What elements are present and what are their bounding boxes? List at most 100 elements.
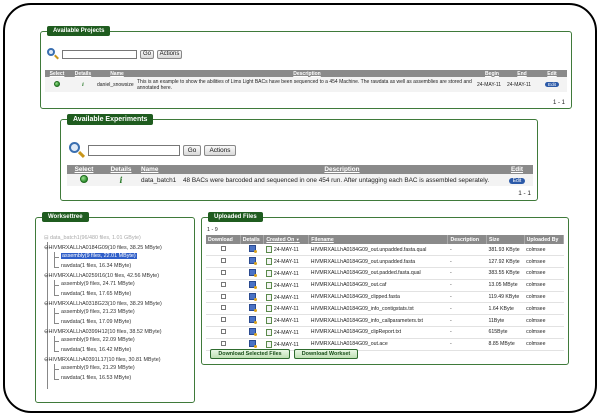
filename[interactable]: HIVMRXALLhA0184G09_out.unpadded.fasta.qu… (308, 244, 448, 257)
table-row: i daniel_snowsize This is an example to … (45, 77, 567, 92)
tree-leaf[interactable]: rawdata(1 files, 17.09 MByte) (61, 319, 131, 325)
col-description[interactable]: Description (137, 70, 477, 77)
download-checkbox[interactable] (220, 317, 226, 323)
filename[interactable]: HIVMRXALLhA0184G09_out.caf (308, 279, 448, 292)
edit-button[interactable]: Edit (508, 177, 526, 184)
tree-leaf[interactable]: assembly(9 files, 21.23 MByte) (61, 309, 135, 315)
edit-button[interactable]: Edit (545, 81, 559, 87)
file-icon (265, 317, 272, 325)
download-checkbox[interactable] (220, 328, 226, 334)
project-end: 24-MAY-11 (507, 81, 532, 88)
uploaded-files-legend: Uploaded Files (208, 212, 263, 222)
file-details-icon[interactable] (248, 280, 257, 289)
filename[interactable]: HIVMRXALLhA0184G09_out.unpadded.fasta (308, 255, 448, 269)
col-description[interactable]: Description (183, 165, 501, 174)
download-checkbox[interactable] (220, 269, 226, 275)
col-uploaded-by[interactable]: Uploaded By (524, 235, 565, 244)
col-details[interactable]: Details (101, 165, 141, 174)
download-checkbox[interactable] (220, 293, 226, 299)
file-icon (265, 340, 272, 348)
tree-leaf[interactable]: rawdata(1 files, 16.42 MByte) (61, 347, 131, 353)
tree-root[interactable]: ⊟ data_batch1(96/480 files, 1.01 GByte) (44, 235, 141, 241)
download-checkbox[interactable] (220, 246, 226, 252)
file-details-icon[interactable] (248, 304, 257, 313)
col-edit[interactable]: Edit (537, 70, 567, 77)
experiments-go-button[interactable]: Go (183, 144, 201, 156)
col-filename[interactable]: Filename (308, 235, 449, 244)
filename[interactable]: HIVMRXALLhA0184G09_out.padded.fasta.qual (308, 267, 448, 280)
download-checkbox[interactable] (220, 258, 226, 264)
col-edit[interactable]: Edit (501, 165, 533, 174)
col-details[interactable]: Details (69, 70, 97, 77)
col-created-on[interactable]: Created On ▼ (263, 235, 310, 244)
file-details-icon[interactable] (248, 339, 257, 348)
file-icon (265, 328, 272, 336)
project-begin: 24-MAY-11 (477, 81, 502, 88)
sort-desc-icon: ▼ (295, 236, 300, 242)
file-details-icon[interactable] (248, 257, 257, 266)
col-select[interactable]: Select (67, 165, 101, 174)
tree-leaf[interactable]: assembly(9 files, 22.01 MByte) (61, 253, 137, 259)
uploaded-header-row: Download Details Created On ▼ Filename D… (206, 235, 565, 244)
col-download[interactable]: Download (206, 235, 241, 244)
file-details-icon[interactable] (248, 292, 257, 301)
table-row: 24-MAY-11 HIVMRXALLhA0184G09_out.unpadde… (206, 244, 564, 257)
col-begin[interactable]: Begin (477, 70, 507, 77)
col-name[interactable]: Name (141, 165, 183, 174)
select-icon[interactable] (80, 175, 88, 183)
select-icon[interactable] (54, 80, 60, 87)
filename[interactable]: HIVMRXALLhA0184G09_info_contigstats.txt (308, 302, 448, 316)
experiments-legend: Available Experiments (67, 114, 154, 125)
projects-search-input[interactable] (62, 49, 137, 59)
tree-node[interactable]: ⊖HIVMRXALLhA0259I16(10 files, 42.56 MByt… (44, 273, 159, 279)
col-select[interactable]: Select (45, 70, 69, 77)
projects-go-button[interactable]: Go (140, 49, 154, 59)
filename[interactable]: HIVMRXALLhA0184G09_info_callparameters.t… (308, 314, 448, 328)
tree-node[interactable]: ⊖HIVMRXALLhA0399H12(10 files, 38.52 MByt… (44, 329, 162, 335)
tree-node[interactable]: ⊖HIVMRXALLhA0184G09(10 files, 38.25 MByt… (44, 245, 162, 251)
tree-leaf[interactable]: rawdata(1 files, 16.53 MByte) (61, 375, 131, 381)
filename[interactable]: HIVMRXALLhA0184G09_clipReport.txt (308, 326, 448, 339)
file-details-icon[interactable] (248, 327, 257, 336)
tree-leaf[interactable]: assembly(9 files, 21.29 MByte) (61, 365, 135, 371)
download-checkbox[interactable] (220, 305, 226, 311)
col-end[interactable]: End (507, 70, 537, 77)
file-icon (265, 293, 272, 301)
download-checkbox[interactable] (220, 281, 226, 287)
col-name[interactable]: Name (97, 70, 137, 77)
projects-header-row: Select Details Name Description Begin En… (45, 70, 567, 77)
download-workset-button[interactable]: Download Workset (294, 349, 358, 359)
uploaded-files-range: 1 - 9 (207, 227, 218, 233)
table-row: 24-MAY-11 HIVMRXALLhA0184G09_clipReport.… (206, 326, 564, 339)
file-icon (265, 305, 272, 313)
table-row: 24-MAY-11 HIVMRXALLhA0184G09_out.padded.… (206, 267, 564, 280)
tree-node[interactable]: ⊖HIVMRXALLhA0318G23(10 files, 38.29 MByt… (44, 301, 162, 307)
download-selected-files-button[interactable]: Download Selected Files (210, 349, 290, 359)
experiments-search-input[interactable] (88, 144, 180, 156)
col-size[interactable]: Size (486, 235, 525, 244)
file-details-icon[interactable] (248, 268, 257, 277)
download-checkbox[interactable] (220, 340, 226, 346)
projects-panel: Available Projects Go Actions Select Det… (40, 26, 572, 109)
search-icon (47, 48, 59, 60)
info-icon[interactable]: i (119, 175, 122, 185)
tree-leaf[interactable]: assembly(9 files, 22.09 MByte) (61, 337, 135, 343)
projects-pager: 1 - 1 (552, 100, 565, 106)
file-details-icon[interactable] (248, 316, 257, 325)
file-details-icon[interactable] (248, 245, 257, 254)
tree-node[interactable]: ⊖HIVMRXALLhA0391L17(10 files, 30.81 MByt… (44, 357, 161, 363)
experiment-name: data_batch1 (141, 176, 177, 184)
experiments-actions-button[interactable]: Actions (204, 144, 236, 156)
tree-leaf[interactable]: assembly(9 files, 24.71 MByte) (61, 281, 135, 287)
tree-leaf[interactable]: rawdata(1 files, 17.65 MByte) (61, 291, 131, 297)
filename[interactable]: HIVMRXALLhA0184G09_clipped.fasta (308, 291, 448, 304)
col-description[interactable]: Description (447, 235, 487, 244)
info-icon[interactable]: i (82, 82, 84, 88)
projects-table: Select Details Name Description Begin En… (45, 70, 567, 92)
worksettree-legend: Worksettree (42, 212, 89, 222)
tree-leaf[interactable]: rawdata(1 files, 16.34 MByte) (61, 263, 131, 269)
projects-actions-button[interactable]: Actions (157, 49, 182, 59)
col-details[interactable]: Details (240, 235, 265, 244)
table-row: 24-MAY-11 HIVMRXALLhA0184G09_clipped.fas… (206, 291, 564, 304)
experiments-header-row: Select Details Name Description Edit (67, 165, 533, 174)
